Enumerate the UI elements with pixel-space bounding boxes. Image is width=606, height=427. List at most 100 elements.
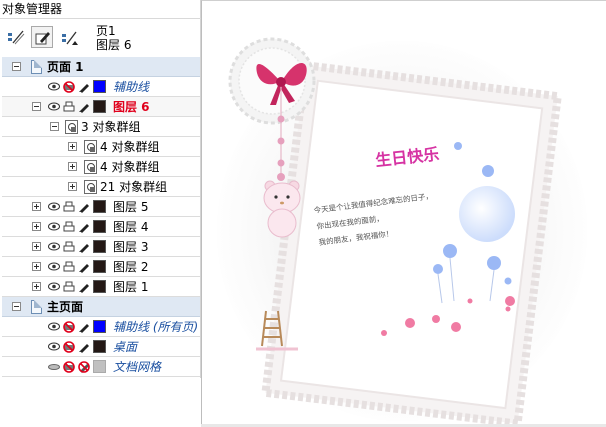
expand-toggle[interactable] bbox=[32, 242, 41, 251]
tree-row-layer1[interactable]: 图层 1 bbox=[2, 277, 200, 297]
layer4-label: 图层 4 bbox=[113, 220, 149, 234]
expand-toggle[interactable] bbox=[68, 162, 77, 171]
expand-toggle[interactable] bbox=[68, 182, 77, 191]
collapse-toggle[interactable] bbox=[12, 62, 21, 71]
show-object-properties-button[interactable] bbox=[4, 26, 26, 48]
pencil-icon[interactable] bbox=[78, 321, 90, 333]
subgroup-label: 4 对象群组 bbox=[100, 140, 160, 154]
tree-row-desktop[interactable]: 桌面 bbox=[2, 337, 200, 357]
eye-icon[interactable] bbox=[48, 282, 60, 291]
birthday-card-artwork: 生日快乐 今天是个让我值得纪念难忘的日子， 你出现在我的面前， 我的朋友，我祝福… bbox=[217, 37, 587, 427]
tree-row-subgroup[interactable]: 4 对象群组 bbox=[2, 157, 200, 177]
eye-icon[interactable] bbox=[48, 222, 60, 231]
layer6-color-swatch[interactable] bbox=[93, 100, 106, 113]
object-manager-panel: 对象管理器 页1 图层 6 页面 1 辅助线 图层 6 3 对象群组 4 对象群… bbox=[0, 0, 201, 378]
eye-closed-icon[interactable] bbox=[48, 362, 60, 371]
eye-icon[interactable] bbox=[48, 202, 60, 211]
tree-row-subgroup[interactable]: 4 对象群组 bbox=[2, 137, 200, 157]
printer-icon[interactable] bbox=[63, 221, 75, 233]
pencil-icon[interactable] bbox=[78, 201, 90, 213]
printer-icon[interactable] bbox=[63, 281, 75, 293]
expand-toggle[interactable] bbox=[32, 222, 41, 231]
tree-page1-header[interactable]: 页面 1 bbox=[2, 57, 200, 77]
layer-manager-view-button[interactable] bbox=[58, 26, 80, 48]
expand-toggle[interactable] bbox=[32, 262, 41, 271]
guides-label: 辅助线 bbox=[113, 80, 150, 94]
page1-label: 页面 1 bbox=[47, 60, 84, 74]
expand-toggle[interactable] bbox=[32, 202, 41, 211]
printer-icon[interactable] bbox=[63, 261, 75, 273]
tree-row-layer6[interactable]: 图层 6 bbox=[2, 97, 200, 117]
eye-icon[interactable] bbox=[48, 322, 60, 331]
layer1-label: 图层 1 bbox=[113, 280, 149, 294]
layer5-label: 图层 5 bbox=[113, 200, 149, 214]
tree-master-header[interactable]: 主页面 bbox=[2, 297, 200, 317]
eye-icon[interactable] bbox=[48, 242, 60, 251]
layer-color-swatch[interactable] bbox=[93, 220, 106, 233]
collapse-toggle[interactable] bbox=[32, 102, 41, 111]
guides-color-swatch[interactable] bbox=[93, 80, 106, 93]
layer-color-swatch[interactable] bbox=[93, 280, 106, 293]
group-icon bbox=[84, 160, 97, 174]
page-icon bbox=[31, 300, 42, 314]
object-properties-icon bbox=[8, 30, 25, 45]
eye-icon[interactable] bbox=[48, 262, 60, 271]
collapse-toggle[interactable] bbox=[12, 302, 21, 311]
layer-manager-view-icon bbox=[62, 31, 78, 45]
eye-icon[interactable] bbox=[48, 82, 60, 91]
pencil-icon[interactable] bbox=[78, 241, 90, 253]
desktop-label: 桌面 bbox=[113, 340, 138, 354]
tree-row-layer3[interactable]: 图层 3 bbox=[2, 237, 200, 257]
pencil-icon[interactable] bbox=[78, 221, 90, 233]
grid-color-swatch[interactable] bbox=[93, 360, 106, 373]
master-page-label: 主页面 bbox=[47, 300, 84, 314]
eye-icon[interactable] bbox=[48, 342, 60, 351]
print-disabled-icon[interactable] bbox=[63, 341, 75, 353]
collapse-toggle[interactable] bbox=[50, 122, 59, 131]
layer-color-swatch[interactable] bbox=[93, 260, 106, 273]
title-divider bbox=[0, 18, 201, 19]
tree-row-layer4[interactable]: 图层 4 bbox=[2, 217, 200, 237]
printer-icon[interactable] bbox=[63, 101, 75, 113]
tree-row-guides-all[interactable]: 辅助线 (所有页) bbox=[2, 317, 200, 337]
subgroup-label: 21 对象群组 bbox=[100, 180, 168, 194]
subgroup-label: 4 对象群组 bbox=[100, 160, 160, 174]
current-layer-info: 图层 6 bbox=[96, 38, 132, 52]
pencil-icon[interactable] bbox=[78, 261, 90, 273]
tree-row-subgroup[interactable]: 21 对象群组 bbox=[2, 177, 200, 197]
panel-title: 对象管理器 bbox=[2, 2, 63, 16]
pencil-icon[interactable] bbox=[78, 81, 90, 93]
pencil-icon[interactable] bbox=[78, 101, 90, 113]
tree-row-layer2[interactable]: 图层 2 bbox=[2, 257, 200, 277]
print-disabled-icon[interactable] bbox=[63, 361, 75, 373]
group-icon bbox=[84, 140, 97, 154]
eye-icon[interactable] bbox=[48, 102, 60, 111]
current-page-info: 页1 bbox=[96, 24, 116, 38]
guides-all-color-swatch[interactable] bbox=[93, 320, 106, 333]
layer-color-swatch[interactable] bbox=[93, 240, 106, 253]
tree-row-guides[interactable]: 辅助线 bbox=[2, 77, 200, 97]
pencil-icon[interactable] bbox=[78, 281, 90, 293]
desktop-color-swatch[interactable] bbox=[93, 340, 106, 353]
layer2-label: 图层 2 bbox=[113, 260, 149, 274]
printer-icon[interactable] bbox=[63, 241, 75, 253]
tree-row-layer5[interactable]: 图层 5 bbox=[2, 197, 200, 217]
edit-across-layers-button[interactable] bbox=[31, 26, 53, 48]
edit-disabled-icon[interactable] bbox=[78, 361, 90, 373]
tree-row-document-grid[interactable]: 文档网格 bbox=[2, 357, 200, 377]
layer3-label: 图层 3 bbox=[113, 240, 149, 254]
print-disabled-icon[interactable] bbox=[63, 81, 75, 93]
group-icon bbox=[65, 120, 78, 134]
grid-label: 文档网格 bbox=[113, 360, 162, 374]
guides-all-label: 辅助线 (所有页) bbox=[113, 320, 199, 334]
group3-label: 3 对象群组 bbox=[81, 120, 141, 134]
edit-across-layers-icon bbox=[35, 32, 50, 45]
print-disabled-icon[interactable] bbox=[63, 321, 75, 333]
printer-icon[interactable] bbox=[63, 201, 75, 213]
pencil-icon[interactable] bbox=[78, 341, 90, 353]
expand-toggle[interactable] bbox=[68, 142, 77, 151]
layer-color-swatch[interactable] bbox=[93, 200, 106, 213]
tree-row-group3[interactable]: 3 对象群组 bbox=[2, 117, 200, 137]
drawing-canvas[interactable]: 生日快乐 今天是个让我值得纪念难忘的日子， 你出现在我的面前， 我的朋友，我祝福… bbox=[201, 0, 606, 427]
expand-toggle[interactable] bbox=[32, 282, 41, 291]
